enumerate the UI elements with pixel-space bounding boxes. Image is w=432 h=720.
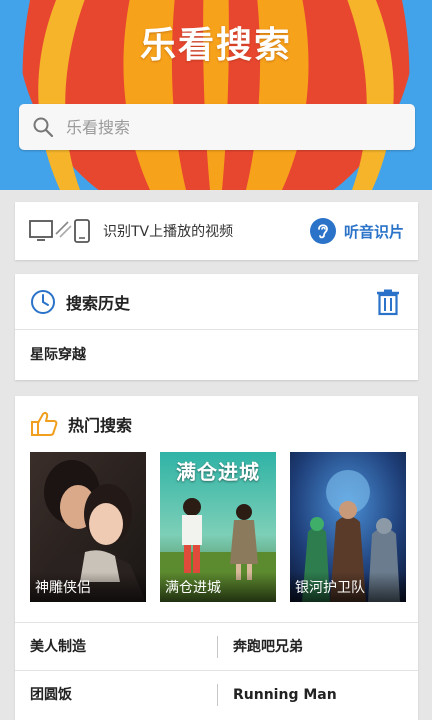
- history-item[interactable]: 星际穿越: [30, 330, 86, 380]
- hot-search-row: 美人制造 奔跑吧兄弟: [15, 622, 418, 670]
- tv-recognition-card: 识别TV上播放的视频 听音识片: [15, 202, 418, 260]
- recognize-tv-label: 识别TV上播放的视频: [103, 224, 234, 240]
- divider: [217, 684, 218, 706]
- poster-title: 满仓进城: [176, 460, 260, 484]
- search-history-card: 搜索历史 星际穿越: [15, 274, 418, 380]
- hot-search-links: 美人制造 奔跑吧兄弟 团圆饭 Running Man: [15, 622, 418, 720]
- thumbs-up-icon: [31, 412, 58, 436]
- hot-search-link[interactable]: 美人制造: [30, 623, 86, 671]
- poster-item[interactable]: 银河护卫队: [290, 452, 406, 602]
- trash-icon[interactable]: [374, 288, 402, 316]
- listen-identify-button[interactable]: 听音识片: [309, 202, 404, 260]
- recognize-tv-button[interactable]: 识别TV上播放的视频: [29, 202, 233, 260]
- hot-search-link[interactable]: 团圆饭: [30, 671, 72, 719]
- hot-search-link[interactable]: Running Man: [233, 671, 337, 719]
- hot-search-header: 热门搜索: [15, 396, 418, 452]
- hot-search-row: 团圆饭 Running Man: [15, 670, 418, 718]
- ear-icon: [309, 218, 336, 244]
- poster-item[interactable]: 神雕侠侣: [30, 452, 146, 602]
- poster-caption: 神雕侠侣: [30, 572, 146, 602]
- tv-phone-cast-icon: [29, 219, 90, 243]
- poster-row: 神雕侠侣 满仓进城 满仓进城 银河护卫队: [30, 452, 406, 602]
- listen-identify-label: 听音识片: [343, 222, 404, 241]
- poster-caption: 银河护卫队: [290, 572, 406, 602]
- search-bar[interactable]: [19, 104, 415, 150]
- clock-icon: [31, 289, 55, 314]
- header-banner: 乐看搜索: [0, 0, 432, 190]
- divider: [217, 636, 218, 658]
- search-icon: [33, 117, 54, 138]
- history-header: 搜索历史: [15, 274, 418, 330]
- history-title: 搜索历史: [66, 293, 131, 313]
- poster-caption: 满仓进城: [160, 572, 276, 602]
- hot-search-title: 热门搜索: [68, 416, 133, 435]
- poster-item[interactable]: 满仓进城 满仓进城: [160, 452, 276, 602]
- hot-search-link[interactable]: 奔跑吧兄弟: [233, 623, 303, 671]
- app-title: 乐看搜索: [139, 25, 292, 66]
- hot-search-card: 热门搜索 神雕侠侣 满仓进城 满仓进城 银河护卫队 美人制造 奔跑吧兄弟 团圆饭…: [15, 396, 418, 720]
- search-input[interactable]: [66, 117, 386, 137]
